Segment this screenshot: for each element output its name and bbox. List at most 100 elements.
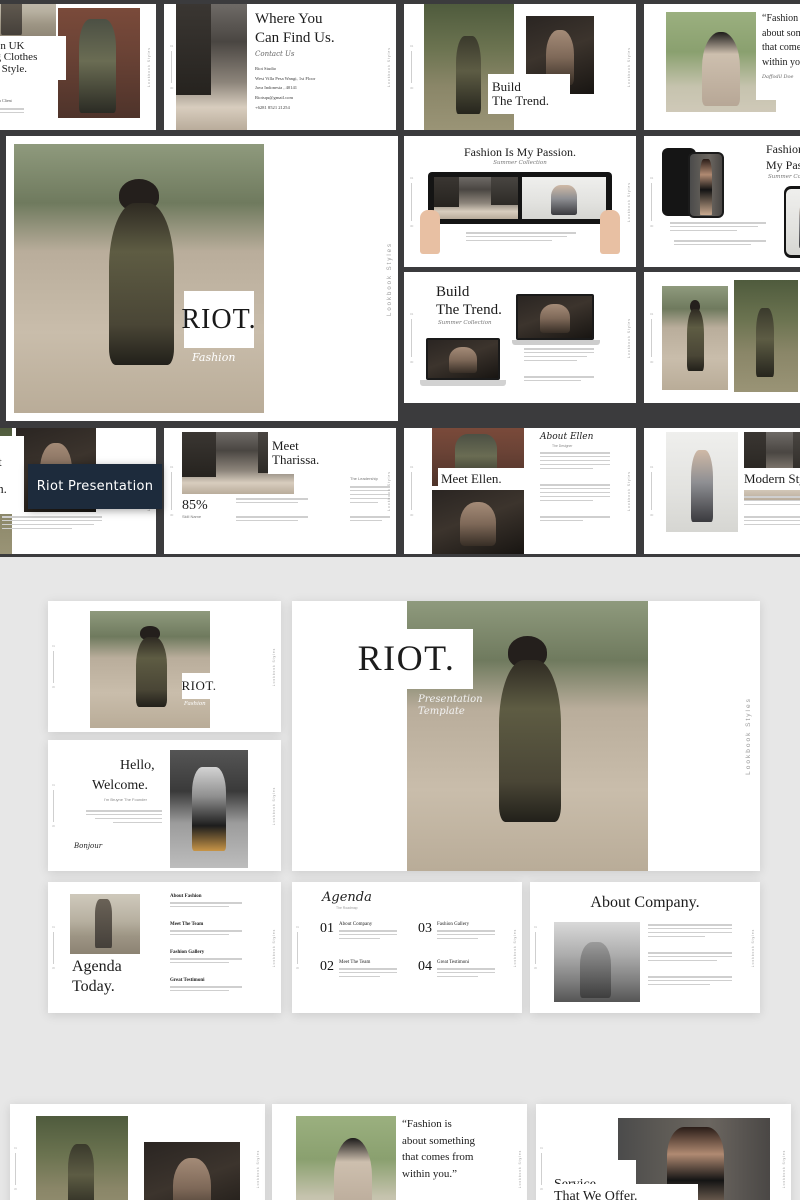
brand-script-line-2: Template	[418, 706, 465, 717]
slide-fashion-my-passion-tablet[interactable]: Fashion Is My Passion. Summer Collection…	[404, 136, 636, 267]
slider-track[interactable]	[52, 789, 54, 822]
slide-build-trend-laptop[interactable]: Build The Trend. Summer Collection 01 30…	[404, 272, 636, 403]
slider-end: 30	[650, 223, 654, 228]
slider-track[interactable]	[411, 472, 413, 510]
slider-start: 01	[534, 925, 537, 929]
slider-track[interactable]	[171, 472, 173, 510]
slider-track[interactable]	[52, 931, 54, 964]
slider-track[interactable]	[651, 182, 653, 221]
lorem-text	[744, 516, 800, 528]
slide-title-line-1: Build	[436, 284, 470, 300]
slide-title-line-1: Agenda	[72, 958, 122, 975]
brand-name: RIOT.	[181, 678, 217, 694]
quote-line-3: that comes from	[762, 42, 800, 53]
slide-hero-big[interactable]: RIOT. Presentation Template Lookbook Sty…	[292, 601, 760, 871]
agenda-item[interactable]: About Fashion	[170, 894, 242, 910]
agenda-item-label: Fashion Gallery	[437, 922, 470, 927]
product-badge[interactable]: Riot Presentation	[28, 464, 162, 509]
vertical-label: Lookbook Styles	[782, 1149, 786, 1189]
agenda-item-label: Great Testimoni	[437, 960, 470, 965]
slider-track[interactable]	[14, 1153, 16, 1185]
agenda-item[interactable]: Meet The Team	[170, 922, 242, 938]
slide-gallery-bottom[interactable]: 01 30 Lookbook Styles	[10, 1104, 265, 1200]
hand-right	[600, 210, 620, 254]
slide-about-company[interactable]: About Company. 01 30 Lookbook Styles	[530, 882, 760, 1013]
slide-service-we-offer[interactable]: Service That We Offer. 01 30 Lookbook St…	[536, 1104, 791, 1200]
slider-end: 30	[52, 685, 55, 689]
brand-script: Fashion	[192, 351, 236, 364]
vertical-label: Lookbook Styles	[627, 317, 631, 358]
quote-line-3: that comes from	[402, 1151, 474, 1164]
slider-start: 01	[170, 465, 174, 469]
vertical-label: Lookbook Styles	[627, 47, 631, 87]
vertical-label: Lookbook Styles	[518, 1149, 522, 1189]
slider-track[interactable]	[651, 472, 653, 510]
laptop-mockup-front	[426, 338, 500, 380]
agenda-item[interactable]: Fashion Gallery	[170, 950, 242, 966]
slide-people-in-uk[interactable]: People In UK Wearing Clothes Famous Styl…	[0, 4, 156, 130]
slide-quote-top[interactable]: “Fashion is about something that comes f…	[644, 4, 800, 130]
slider-track[interactable]	[296, 931, 298, 964]
slider-end: 30	[410, 359, 414, 364]
agenda-item[interactable]: 03 Fashion Gallery	[418, 922, 495, 942]
lorem-text	[0, 108, 24, 116]
slide-meet-tharissa[interactable]: Meet Tharissa. The Leadership 85% Skill …	[164, 428, 396, 554]
slider-track[interactable]	[411, 182, 413, 221]
agenda-item[interactable]: 02 Meet The Team	[320, 960, 397, 980]
slide-photo	[734, 280, 798, 392]
slider-start: 01	[14, 1147, 17, 1150]
agenda-item-number: 03	[418, 921, 432, 936]
slide-fashion-my-passion-phone[interactable]: Fashion Is My Passion. Summer Collection…	[644, 136, 800, 267]
slide-agenda-numbered[interactable]: Agenda The Roadmap 01 About Company 02 M…	[292, 882, 522, 1013]
agenda-item[interactable]: 04 Great Testimoni	[418, 960, 495, 980]
agenda-item[interactable]: Great Testimoni	[170, 978, 242, 994]
slide-build-the-trend-top[interactable]: Build The Trend. 01 30 Lookbook Styles	[404, 4, 636, 130]
slider-end: 30	[534, 966, 537, 970]
lorem-text	[744, 496, 800, 508]
slide-meet-ellen[interactable]: Meet Ellen. About Ellen The Designer 01 …	[404, 428, 636, 554]
slide-title-line-2: Today.	[72, 978, 115, 995]
slider-end: 30	[410, 86, 414, 90]
laptop-base-front	[420, 380, 506, 386]
agenda-item-label: Great Testimoni	[170, 978, 205, 983]
slider-start: 01	[650, 311, 654, 316]
slide-title-line-3: Famous Style.	[0, 62, 27, 75]
slide-photo	[170, 750, 248, 868]
lorem-text	[466, 232, 576, 244]
address-line-2: West Villa Pesa Wangi, 1st Floor	[255, 75, 316, 81]
slider-end: 30	[410, 223, 414, 228]
slide-title: About Company.	[590, 894, 700, 911]
slider-track[interactable]	[52, 650, 54, 683]
slide-modern-style[interactable]: Modern Style. 01 30	[644, 428, 800, 554]
slide-quote-bottom[interactable]: “Fashion is about something that comes f…	[272, 1104, 527, 1200]
slide-script: Summer Collection	[493, 160, 547, 166]
slider-track[interactable]	[411, 318, 413, 357]
brand-name: RIOT.	[181, 303, 257, 335]
lorem-text	[524, 348, 594, 364]
slide-script: Agenda	[322, 890, 372, 905]
slider-track[interactable]	[171, 51, 173, 83]
hand-left	[420, 210, 440, 254]
slide-title: Fashion Is My Passion.	[463, 145, 576, 159]
slider-track[interactable]	[411, 51, 413, 83]
slide-thumb-hello-welcome[interactable]: Hello, Welcome. I'm Bruyne The Founder B…	[48, 740, 281, 871]
vertical-label: Lookbook Styles	[745, 697, 752, 775]
laptop-mockup-back	[516, 294, 594, 340]
slide-hero-riot[interactable]: RIOT. Fashion Lookbook Styles	[6, 136, 398, 421]
slider-track[interactable]	[534, 931, 536, 964]
slide-people-wear-modern[interactable]: People Wear Modern 01 30	[644, 272, 800, 403]
agenda-item[interactable]: 01 About Company	[320, 922, 397, 942]
tablet-mockup	[428, 172, 612, 224]
slider-end: 30	[410, 513, 414, 517]
lorem-text	[670, 222, 766, 234]
slide-agenda-today[interactable]: Agenda Today. About Fashion Meet The Tea…	[48, 882, 281, 1013]
slider-end: 30	[52, 824, 55, 828]
slide-thumb-riot[interactable]: RIOT. Fashion 01 30 Lookbook Styles	[48, 601, 281, 732]
vertical-label: Lookbook Styles	[627, 181, 631, 222]
vertical-label: Lookbook Styles	[513, 928, 517, 967]
slider-track[interactable]	[651, 318, 653, 357]
slider-track[interactable]	[540, 1153, 542, 1185]
vertical-label: Lookbook Styles	[387, 241, 393, 316]
slide-photo	[296, 1116, 410, 1200]
slide-where-find-us[interactable]: Where You Can Find Us. Contact Us Riot S…	[164, 4, 396, 130]
